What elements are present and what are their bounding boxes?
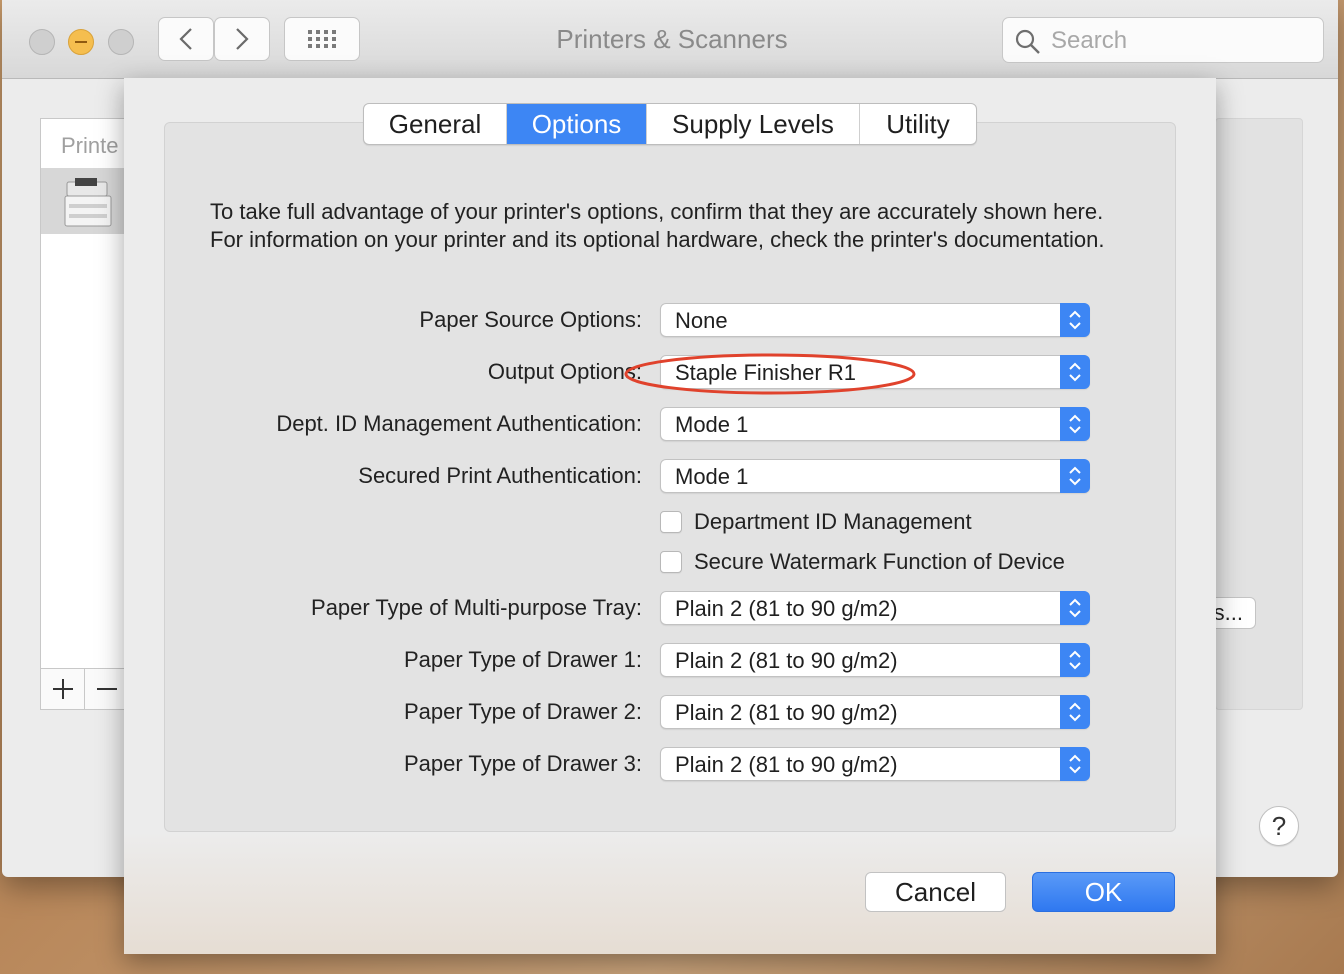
intro-text: To take full advantage of your printer's…: [210, 199, 1105, 252]
printer-options-sheet: General Options Supply Levels Utility To…: [124, 78, 1216, 954]
dept-id-auth-popup[interactable]: Mode 1: [660, 407, 1090, 441]
minimize-window-button[interactable]: [68, 29, 94, 55]
watermark-checkbox-row[interactable]: Secure Watermark Function of Device: [660, 549, 1065, 575]
add-printer-button[interactable]: [41, 669, 85, 709]
secured-print-auth-popup[interactable]: Mode 1: [660, 459, 1090, 493]
grid-icon: [308, 30, 336, 48]
tab-options[interactable]: Options: [507, 104, 647, 144]
tab-bar: General Options Supply Levels Utility: [363, 103, 977, 145]
mp-tray-popup[interactable]: Plain 2 (81 to 90 g/m2): [660, 591, 1090, 625]
output-options-label: Output Options:: [487, 359, 642, 384]
paper-source-label: Paper Source Options:: [419, 307, 642, 332]
plus-icon: [52, 679, 73, 699]
secured-print-auth-value: Mode 1: [675, 464, 749, 489]
updown-arrows-icon: [1060, 747, 1090, 781]
drawer1-popup[interactable]: Plain 2 (81 to 90 g/m2): [660, 643, 1090, 677]
dept-id-checkbox-label: Department ID Management: [694, 509, 972, 534]
back-button[interactable]: [158, 17, 214, 61]
help-button[interactable]: ?: [1259, 806, 1299, 846]
ok-button[interactable]: OK: [1032, 872, 1175, 912]
drawer2-label: Paper Type of Drawer 2:: [403, 699, 642, 724]
drawer3-value: Plain 2 (81 to 90 g/m2): [675, 752, 898, 777]
annotation-ellipse: [624, 353, 916, 395]
printer-icon: [64, 178, 112, 227]
watermark-checkbox-label: Secure Watermark Function of Device: [694, 549, 1065, 574]
dept-id-auth-label: Dept. ID Management Authentication:: [276, 411, 642, 436]
secured-print-auth-label: Secured Print Authentication:: [358, 463, 642, 488]
cancel-button[interactable]: Cancel: [865, 872, 1006, 912]
search-field[interactable]: [1002, 17, 1324, 63]
tab-general[interactable]: General: [364, 104, 507, 144]
drawer2-value: Plain 2 (81 to 90 g/m2): [675, 700, 898, 725]
dept-id-checkbox[interactable]: [660, 511, 682, 533]
updown-arrows-icon: [1060, 643, 1090, 677]
printers-list-header: Printe: [61, 133, 119, 158]
paper-source-value: None: [675, 308, 728, 333]
drawer3-popup[interactable]: Plain 2 (81 to 90 g/m2): [660, 747, 1090, 781]
title-bar: Printers & Scanners: [2, 0, 1338, 79]
dept-id-checkbox-row[interactable]: Department ID Management: [660, 509, 972, 535]
drawer1-label: Paper Type of Drawer 1:: [403, 647, 642, 672]
tab-utility[interactable]: Utility: [860, 104, 976, 144]
chevron-right-icon: [236, 28, 249, 50]
mp-tray-value: Plain 2 (81 to 90 g/m2): [675, 596, 898, 621]
updown-arrows-icon: [1060, 591, 1090, 625]
search-input[interactable]: [1049, 24, 1313, 58]
tab-supply-levels[interactable]: Supply Levels: [647, 104, 860, 144]
updown-arrows-icon: [1060, 355, 1090, 389]
drawer3-label: Paper Type of Drawer 3:: [403, 751, 642, 776]
updown-arrows-icon: [1060, 459, 1090, 493]
show-all-button[interactable]: [284, 17, 360, 61]
remove-printer-button[interactable]: [85, 669, 129, 709]
close-window-button[interactable]: [29, 29, 55, 55]
chevron-left-icon: [179, 28, 192, 50]
minus-icon: [96, 688, 117, 690]
updown-arrows-icon: [1060, 303, 1090, 337]
drawer2-popup[interactable]: Plain 2 (81 to 90 g/m2): [660, 695, 1090, 729]
drawer1-value: Plain 2 (81 to 90 g/m2): [675, 648, 898, 673]
updown-arrows-icon: [1060, 407, 1090, 441]
dept-id-auth-value: Mode 1: [675, 412, 749, 437]
window-title: Printers & Scanners: [556, 24, 788, 54]
forward-button[interactable]: [214, 17, 270, 61]
search-icon: [1015, 29, 1040, 54]
watermark-checkbox[interactable]: [660, 551, 682, 573]
paper-source-popup[interactable]: None: [660, 303, 1090, 337]
mp-tray-label: Paper Type of Multi-purpose Tray:: [311, 595, 642, 620]
updown-arrows-icon: [1060, 695, 1090, 729]
zoom-window-button[interactable]: [108, 29, 134, 55]
